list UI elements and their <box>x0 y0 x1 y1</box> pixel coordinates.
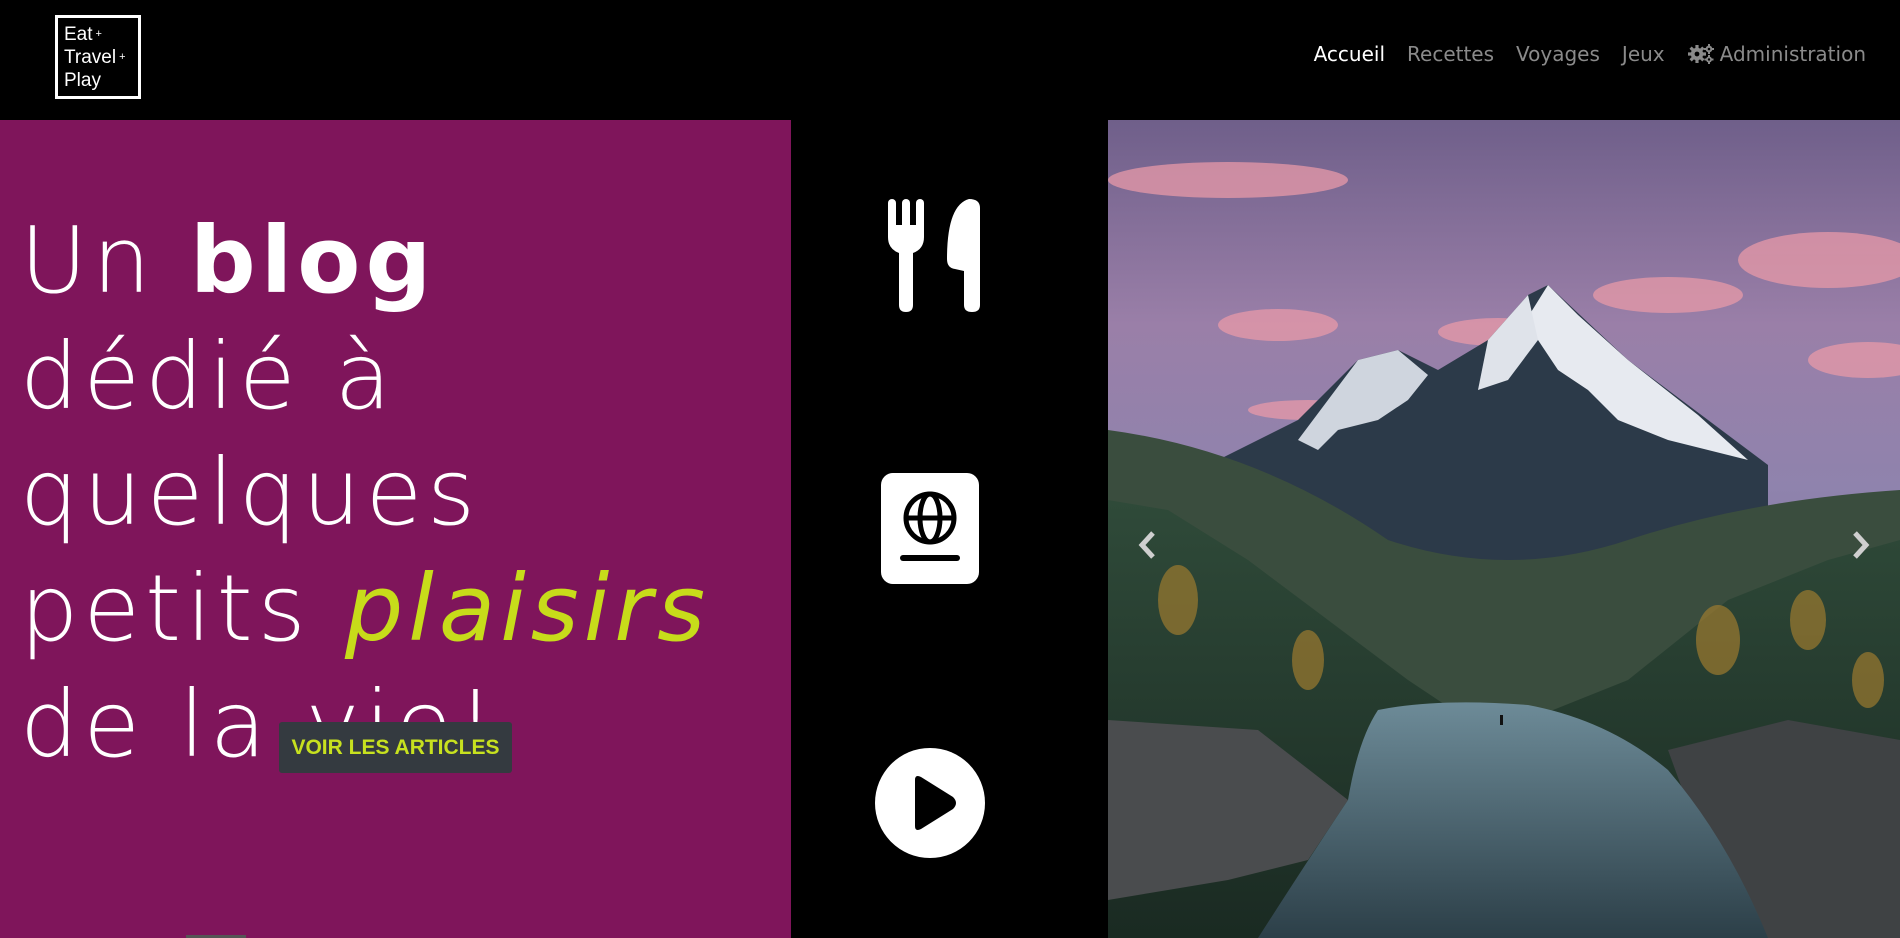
cogs-icon <box>1687 43 1715 65</box>
site-logo[interactable]: Eat + Travel + Play <box>55 15 141 99</box>
nav-link-jeux[interactable]: Jeux <box>1622 42 1665 66</box>
chevron-right-icon <box>1853 531 1870 559</box>
logo-line-play: Play <box>64 70 101 91</box>
image-carousel <box>1108 120 1900 938</box>
carousel-prev-button[interactable] <box>1128 520 1168 570</box>
nav-link-recettes[interactable]: Recettes <box>1407 42 1494 66</box>
category-icon-strip <box>791 120 1108 938</box>
voir-les-articles-button[interactable]: VOIR LES ARTICLES <box>279 722 512 773</box>
headline-word-petits: petits <box>20 555 311 662</box>
navbar: Eat + Travel + Play Accueil Recettes Voyag… <box>0 0 1900 120</box>
hero-panel: Un blog dédié à quelques petits plaisirs… <box>0 120 791 938</box>
mountain-landscape-image <box>1108 120 1900 938</box>
nav-link-accueil[interactable]: Accueil <box>1314 42 1385 66</box>
utensils-icon[interactable] <box>883 199 983 312</box>
hero-headline: Un blog dédié à quelques petits plaisirs… <box>20 203 710 783</box>
headline-word-blog: blog <box>189 207 437 314</box>
nav-link-administration-label: Administration <box>1719 42 1866 66</box>
headline-line-2: dédié à <box>20 323 397 430</box>
headline-word-un: Un <box>20 207 156 314</box>
headline-line-3: quelques <box>20 439 481 546</box>
carousel-next-button[interactable] <box>1840 520 1880 570</box>
chevron-left-icon <box>1138 531 1155 559</box>
main-nav: Accueil Recettes Voyages Jeux Administra… <box>1292 42 1866 66</box>
logo-line-travel: Travel <box>64 47 117 68</box>
nav-link-voyages[interactable]: Voyages <box>1516 42 1600 66</box>
logo-line-eat: Eat <box>64 24 93 45</box>
nav-link-administration[interactable]: Administration <box>1687 42 1866 66</box>
passport-icon[interactable] <box>881 473 979 584</box>
headline-word-plaisirs: plaisirs <box>344 555 711 662</box>
play-circle-icon[interactable] <box>875 748 985 858</box>
